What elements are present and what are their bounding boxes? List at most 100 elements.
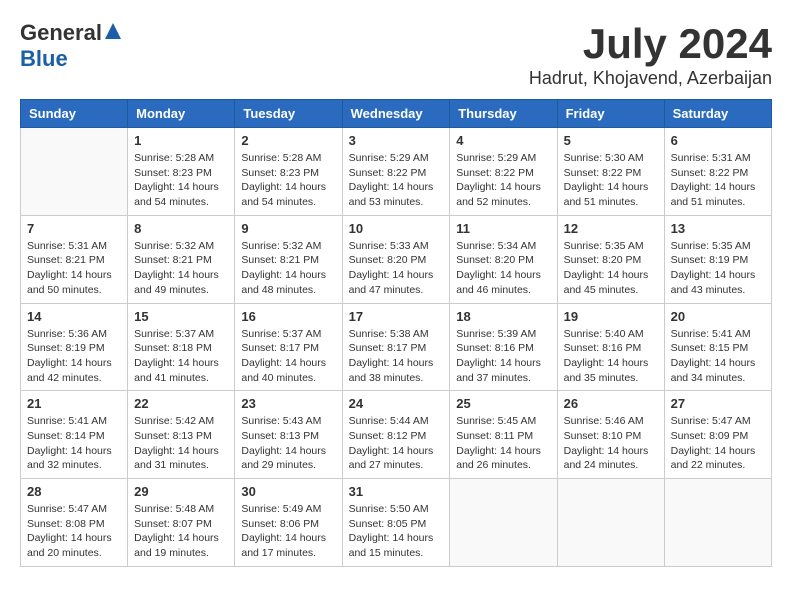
calendar-cell: 24 Sunrise: 5:44 AM Sunset: 8:12 PM Dayli… [342,391,450,479]
day-info: Sunrise: 5:35 AM Sunset: 8:19 PM Dayligh… [671,239,765,298]
day-number: 8 [134,221,228,236]
calendar-cell: 4 Sunrise: 5:29 AM Sunset: 8:22 PM Daylig… [450,128,557,216]
day-number: 27 [671,396,765,411]
day-info: Sunrise: 5:45 AM Sunset: 8:11 PM Dayligh… [456,414,550,473]
calendar-cell: 13 Sunrise: 5:35 AM Sunset: 8:19 PM Dayli… [664,215,771,303]
day-info: Sunrise: 5:50 AM Sunset: 8:05 PM Dayligh… [349,502,444,561]
day-info: Sunrise: 5:37 AM Sunset: 8:17 PM Dayligh… [241,327,335,386]
page-header: General Blue July 2024 Hadrut, Khojavend… [20,20,772,89]
day-info: Sunrise: 5:28 AM Sunset: 8:23 PM Dayligh… [241,151,335,210]
day-info: Sunrise: 5:29 AM Sunset: 8:22 PM Dayligh… [456,151,550,210]
day-info: Sunrise: 5:47 AM Sunset: 8:09 PM Dayligh… [671,414,765,473]
day-number: 25 [456,396,550,411]
day-info: Sunrise: 5:47 AM Sunset: 8:08 PM Dayligh… [27,502,121,561]
calendar-cell [557,479,664,567]
day-info: Sunrise: 5:41 AM Sunset: 8:15 PM Dayligh… [671,327,765,386]
calendar-cell: 6 Sunrise: 5:31 AM Sunset: 8:22 PM Daylig… [664,128,771,216]
calendar-cell: 15 Sunrise: 5:37 AM Sunset: 8:18 PM Dayli… [128,303,235,391]
day-number: 24 [349,396,444,411]
calendar-cell: 3 Sunrise: 5:29 AM Sunset: 8:22 PM Daylig… [342,128,450,216]
day-info: Sunrise: 5:44 AM Sunset: 8:12 PM Dayligh… [349,414,444,473]
calendar-cell: 25 Sunrise: 5:45 AM Sunset: 8:11 PM Dayli… [450,391,557,479]
day-number: 18 [456,309,550,324]
calendar-week-row: 1 Sunrise: 5:28 AM Sunset: 8:23 PM Daylig… [21,128,772,216]
location-subtitle: Hadrut, Khojavend, Azerbaijan [529,68,772,89]
day-number: 14 [27,309,121,324]
day-info: Sunrise: 5:39 AM Sunset: 8:16 PM Dayligh… [456,327,550,386]
day-info: Sunrise: 5:29 AM Sunset: 8:22 PM Dayligh… [349,151,444,210]
day-number: 16 [241,309,335,324]
day-info: Sunrise: 5:49 AM Sunset: 8:06 PM Dayligh… [241,502,335,561]
calendar-header-saturday: Saturday [664,100,771,128]
calendar-header-thursday: Thursday [450,100,557,128]
logo-blue-text: Blue [20,46,68,71]
calendar-table: SundayMondayTuesdayWednesdayThursdayFrid… [20,99,772,567]
calendar-cell [21,128,128,216]
calendar-cell: 10Sunrise: 5:33 AM Sunset: 8:20 PM Dayli… [342,215,450,303]
day-number: 3 [349,133,444,148]
calendar-cell: 5 Sunrise: 5:30 AM Sunset: 8:22 PM Daylig… [557,128,664,216]
day-number: 21 [27,396,121,411]
day-info: Sunrise: 5:33 AM Sunset: 8:20 PM Dayligh… [349,239,444,298]
day-number: 9 [241,221,335,236]
calendar-cell: 21Sunrise: 5:41 AM Sunset: 8:14 PM Dayli… [21,391,128,479]
day-info: Sunrise: 5:36 AM Sunset: 8:19 PM Dayligh… [27,327,121,386]
day-number: 28 [27,484,121,499]
calendar-cell: 19Sunrise: 5:40 AM Sunset: 8:16 PM Dayli… [557,303,664,391]
calendar-header-row: SundayMondayTuesdayWednesdayThursdayFrid… [21,100,772,128]
calendar-cell: 8Sunrise: 5:32 AM Sunset: 8:21 PM Daylig… [128,215,235,303]
day-info: Sunrise: 5:31 AM Sunset: 8:22 PM Dayligh… [671,151,765,210]
day-info: Sunrise: 5:43 AM Sunset: 8:13 PM Dayligh… [241,414,335,473]
calendar-cell: 20 Sunrise: 5:41 AM Sunset: 8:15 PM Dayli… [664,303,771,391]
day-number: 6 [671,133,765,148]
calendar-cell: 29 Sunrise: 5:48 AM Sunset: 8:07 PM Dayli… [128,479,235,567]
title-section: July 2024 Hadrut, Khojavend, Azerbaijan [529,20,772,89]
day-info: Sunrise: 5:35 AM Sunset: 8:20 PM Dayligh… [564,239,658,298]
day-info: Sunrise: 5:31 AM Sunset: 8:21 PM Dayligh… [27,239,121,298]
calendar-header-tuesday: Tuesday [235,100,342,128]
month-title: July 2024 [529,20,772,68]
day-info: Sunrise: 5:46 AM Sunset: 8:10 PM Dayligh… [564,414,658,473]
day-number: 4 [456,133,550,148]
day-info: Sunrise: 5:37 AM Sunset: 8:18 PM Dayligh… [134,327,228,386]
calendar-cell: 26 Sunrise: 5:46 AM Sunset: 8:10 PM Dayli… [557,391,664,479]
day-number: 13 [671,221,765,236]
day-number: 5 [564,133,658,148]
day-info: Sunrise: 5:30 AM Sunset: 8:22 PM Dayligh… [564,151,658,210]
calendar-header-friday: Friday [557,100,664,128]
day-number: 12 [564,221,658,236]
day-number: 30 [241,484,335,499]
day-number: 23 [241,396,335,411]
calendar-cell: 27 Sunrise: 5:47 AM Sunset: 8:09 PM Dayli… [664,391,771,479]
calendar-week-row: 7Sunrise: 5:31 AM Sunset: 8:21 PM Daylig… [21,215,772,303]
day-info: Sunrise: 5:28 AM Sunset: 8:23 PM Dayligh… [134,151,228,210]
calendar-cell: 16 Sunrise: 5:37 AM Sunset: 8:17 PM Dayli… [235,303,342,391]
calendar-cell: 2Sunrise: 5:28 AM Sunset: 8:23 PM Daylig… [235,128,342,216]
calendar-cell: 23 Sunrise: 5:43 AM Sunset: 8:13 PM Dayli… [235,391,342,479]
day-info: Sunrise: 5:48 AM Sunset: 8:07 PM Dayligh… [134,502,228,561]
calendar-header-monday: Monday [128,100,235,128]
calendar-cell [450,479,557,567]
calendar-week-row: 21Sunrise: 5:41 AM Sunset: 8:14 PM Dayli… [21,391,772,479]
calendar-cell [664,479,771,567]
calendar-cell: 22 Sunrise: 5:42 AM Sunset: 8:13 PM Dayli… [128,391,235,479]
day-number: 15 [134,309,228,324]
calendar-week-row: 14 Sunrise: 5:36 AM Sunset: 8:19 PM Dayli… [21,303,772,391]
calendar-cell: 14 Sunrise: 5:36 AM Sunset: 8:19 PM Dayli… [21,303,128,391]
day-info: Sunrise: 5:42 AM Sunset: 8:13 PM Dayligh… [134,414,228,473]
calendar-cell: 7Sunrise: 5:31 AM Sunset: 8:21 PM Daylig… [21,215,128,303]
day-number: 29 [134,484,228,499]
day-number: 1 [134,133,228,148]
day-info: Sunrise: 5:38 AM Sunset: 8:17 PM Dayligh… [349,327,444,386]
day-number: 20 [671,309,765,324]
day-number: 22 [134,396,228,411]
logo: General Blue [20,20,122,72]
calendar-cell: 30 Sunrise: 5:49 AM Sunset: 8:06 PM Dayli… [235,479,342,567]
calendar-cell: 11Sunrise: 5:34 AM Sunset: 8:20 PM Dayli… [450,215,557,303]
day-number: 26 [564,396,658,411]
calendar-cell: 18 Sunrise: 5:39 AM Sunset: 8:16 PM Dayli… [450,303,557,391]
calendar-week-row: 28 Sunrise: 5:47 AM Sunset: 8:08 PM Dayli… [21,479,772,567]
day-info: Sunrise: 5:32 AM Sunset: 8:21 PM Dayligh… [241,239,335,298]
day-number: 11 [456,221,550,236]
calendar-cell: 12 Sunrise: 5:35 AM Sunset: 8:20 PM Dayli… [557,215,664,303]
